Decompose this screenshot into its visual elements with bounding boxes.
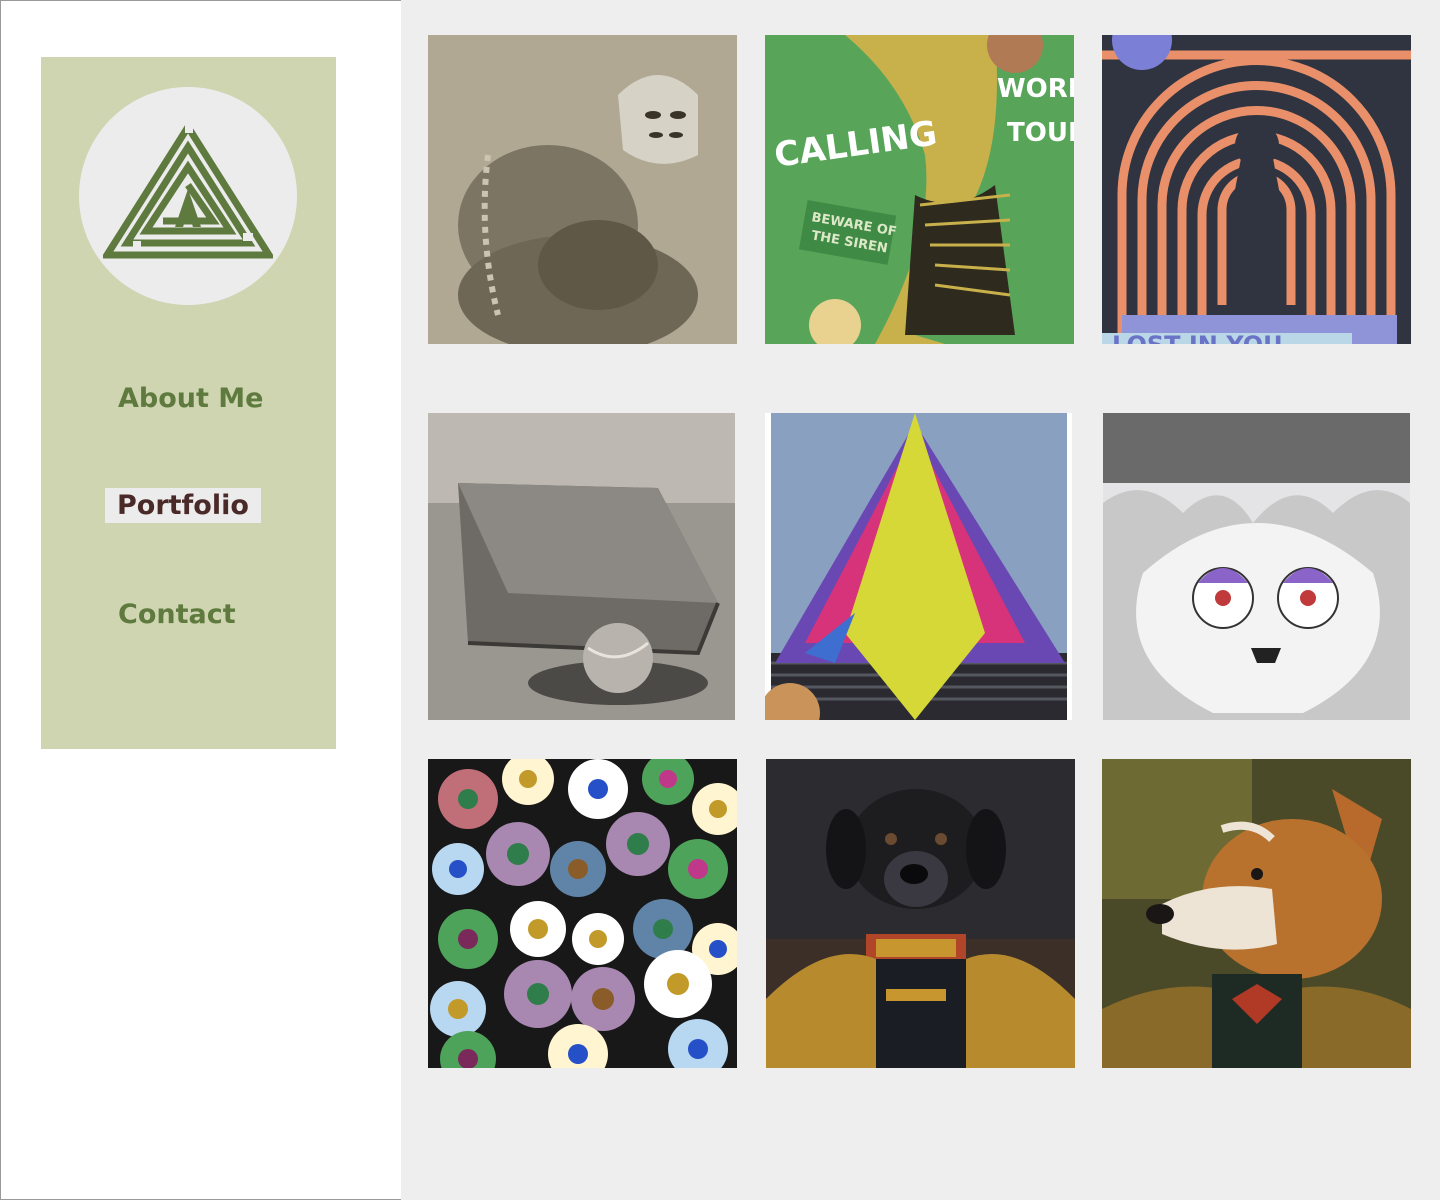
gallery-tile-daisy-pattern[interactable] [428, 759, 737, 1068]
siren-poster-artwork: CALLING WORLD TOUR BEWARE OF THE SIREN [765, 35, 1074, 344]
portfolio-gallery: CALLING WORLD TOUR BEWARE OF THE SIREN [401, 0, 1440, 1200]
gallery-tile-keyhole-maze[interactable]: LOST IN YOU [1102, 35, 1411, 344]
fluffy-creature-artwork [1103, 413, 1410, 720]
keyhole-maze-artwork: LOST IN YOU [1102, 35, 1411, 344]
nav-contact[interactable]: Contact [118, 599, 236, 630]
gallery-tile-siren-poster[interactable]: CALLING WORLD TOUR BEWARE OF THE SIREN [765, 35, 1074, 344]
masked-figure-artwork [428, 35, 737, 344]
left-pane: About Me Portfolio Contact [0, 0, 401, 1200]
nav-portfolio[interactable]: Portfolio [105, 488, 261, 523]
dog-portrait-artwork [766, 759, 1075, 1068]
svg-text:TOUR: TOUR [1007, 118, 1074, 148]
scribble-tree-artwork [765, 413, 1072, 720]
sidebar: About Me Portfolio Contact [41, 57, 336, 749]
maze-logo[interactable] [79, 87, 297, 305]
maze-a-icon [103, 123, 273, 259]
gallery-tile-dog-portrait[interactable] [766, 759, 1075, 1068]
gallery-tile-masked-figure[interactable] [428, 35, 737, 344]
svg-text:LOST IN YOU: LOST IN YOU [1112, 331, 1283, 344]
corgi-portrait-artwork [1102, 759, 1411, 1068]
daisy-pattern-artwork [428, 759, 737, 1068]
gallery-tile-scribble-tree[interactable] [765, 413, 1072, 720]
gallery-tile-corgi-portrait[interactable] [1102, 759, 1411, 1068]
gallery-tile-bag-drawing[interactable] [428, 413, 735, 720]
bag-drawing-artwork [428, 413, 735, 720]
nav-about-me[interactable]: About Me [118, 383, 263, 414]
svg-text:WORLD: WORLD [997, 74, 1074, 104]
gallery-tile-fluffy-creature[interactable] [1103, 413, 1410, 720]
